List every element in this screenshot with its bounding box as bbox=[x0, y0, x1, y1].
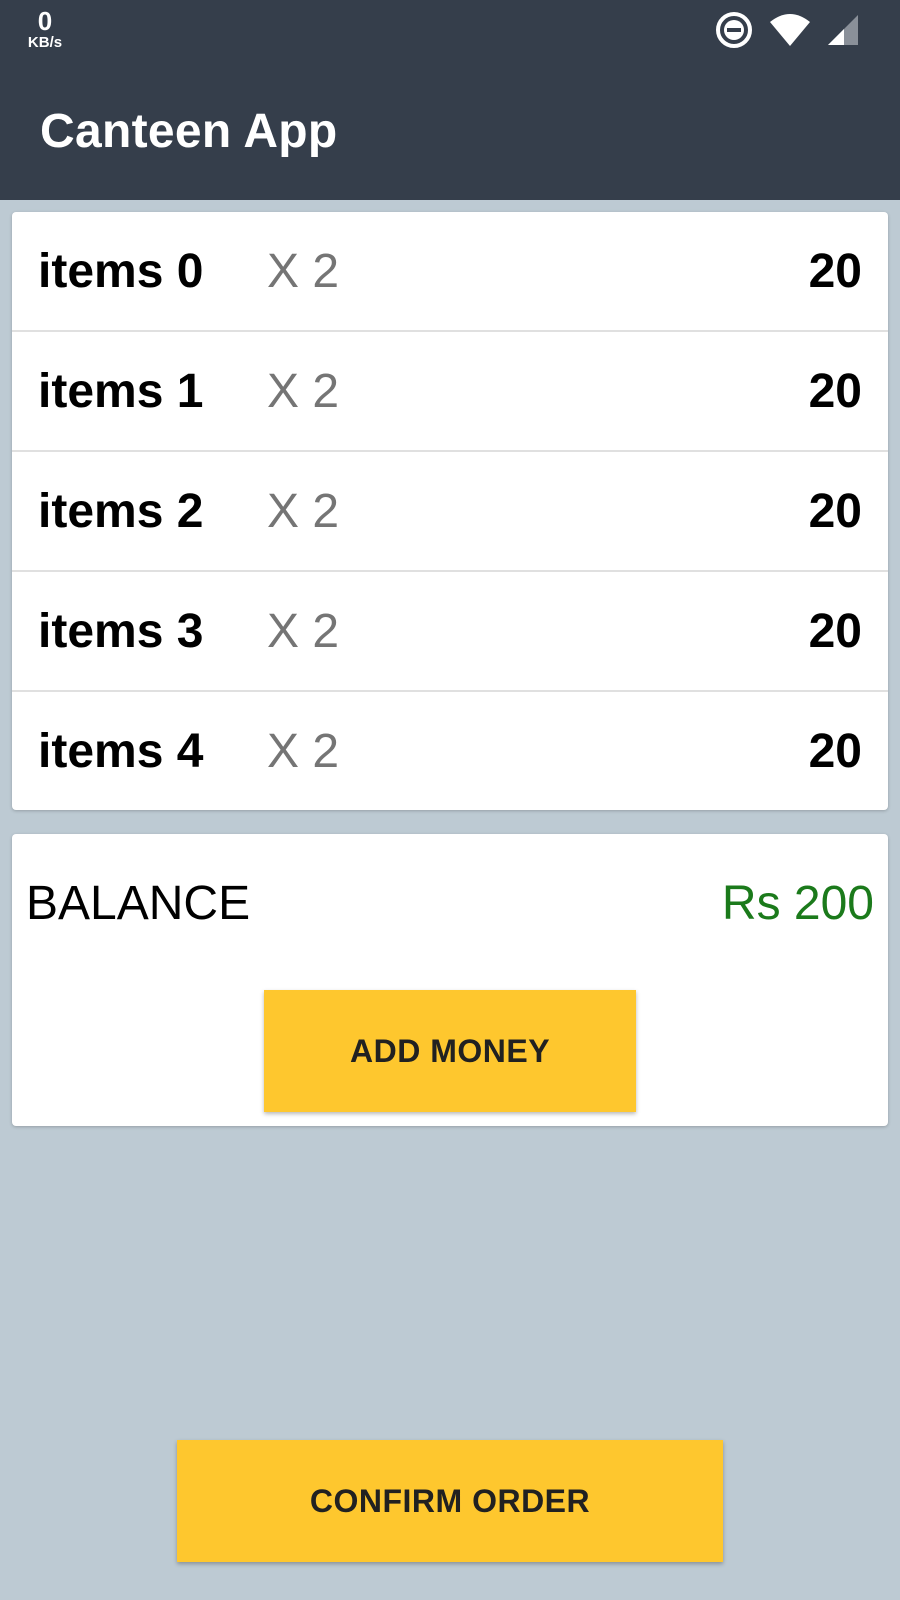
order-item-row: items 3 X 2 20 bbox=[12, 572, 888, 692]
network-speed-unit: KB/s bbox=[27, 34, 63, 51]
order-items-card: items 0 X 2 20 items 1 X 2 20 items 2 X … bbox=[12, 212, 888, 810]
order-item-row: items 4 X 2 20 bbox=[12, 692, 888, 812]
add-money-button[interactable]: ADD MONEY bbox=[264, 990, 636, 1112]
item-quantity: X 2 bbox=[267, 485, 340, 538]
item-quantity: X 2 bbox=[267, 365, 340, 418]
item-price: 20 bbox=[808, 485, 862, 538]
cellular-signal-icon bbox=[826, 13, 860, 52]
order-item-row: items 1 X 2 20 bbox=[12, 332, 888, 452]
status-icons bbox=[714, 10, 860, 55]
item-name: items 2 bbox=[38, 485, 204, 538]
item-price: 20 bbox=[808, 365, 862, 418]
status-bar: 0 KB/s bbox=[0, 0, 900, 60]
item-quantity: X 2 bbox=[267, 725, 340, 778]
network-speed-value: 0 bbox=[37, 6, 53, 36]
wifi-icon bbox=[768, 12, 812, 53]
balance-value: Rs 200 bbox=[721, 877, 874, 930]
balance-label: BALANCE bbox=[26, 877, 251, 930]
app-title: Canteen App bbox=[40, 105, 338, 158]
item-name: items 3 bbox=[38, 605, 204, 658]
item-name: items 0 bbox=[38, 245, 204, 298]
confirm-order-button[interactable]: CONFIRM ORDER bbox=[177, 1440, 723, 1562]
balance-card: BALANCE Rs 200 ADD MONEY bbox=[12, 834, 888, 1126]
item-price: 20 bbox=[808, 605, 862, 658]
item-name: items 1 bbox=[38, 365, 204, 418]
order-item-row: items 2 X 2 20 bbox=[12, 452, 888, 572]
item-price: 20 bbox=[808, 245, 862, 298]
item-name: items 4 bbox=[38, 725, 204, 778]
item-quantity: X 2 bbox=[267, 605, 340, 658]
item-quantity: X 2 bbox=[267, 245, 340, 298]
item-price: 20 bbox=[808, 725, 862, 778]
do-not-disturb-icon bbox=[714, 10, 754, 55]
order-item-row: items 0 X 2 20 bbox=[12, 212, 888, 332]
network-speed-indicator: 0 KB/s bbox=[22, 8, 68, 50]
app-bar: 0 KB/s Canteen App bbox=[0, 0, 900, 200]
